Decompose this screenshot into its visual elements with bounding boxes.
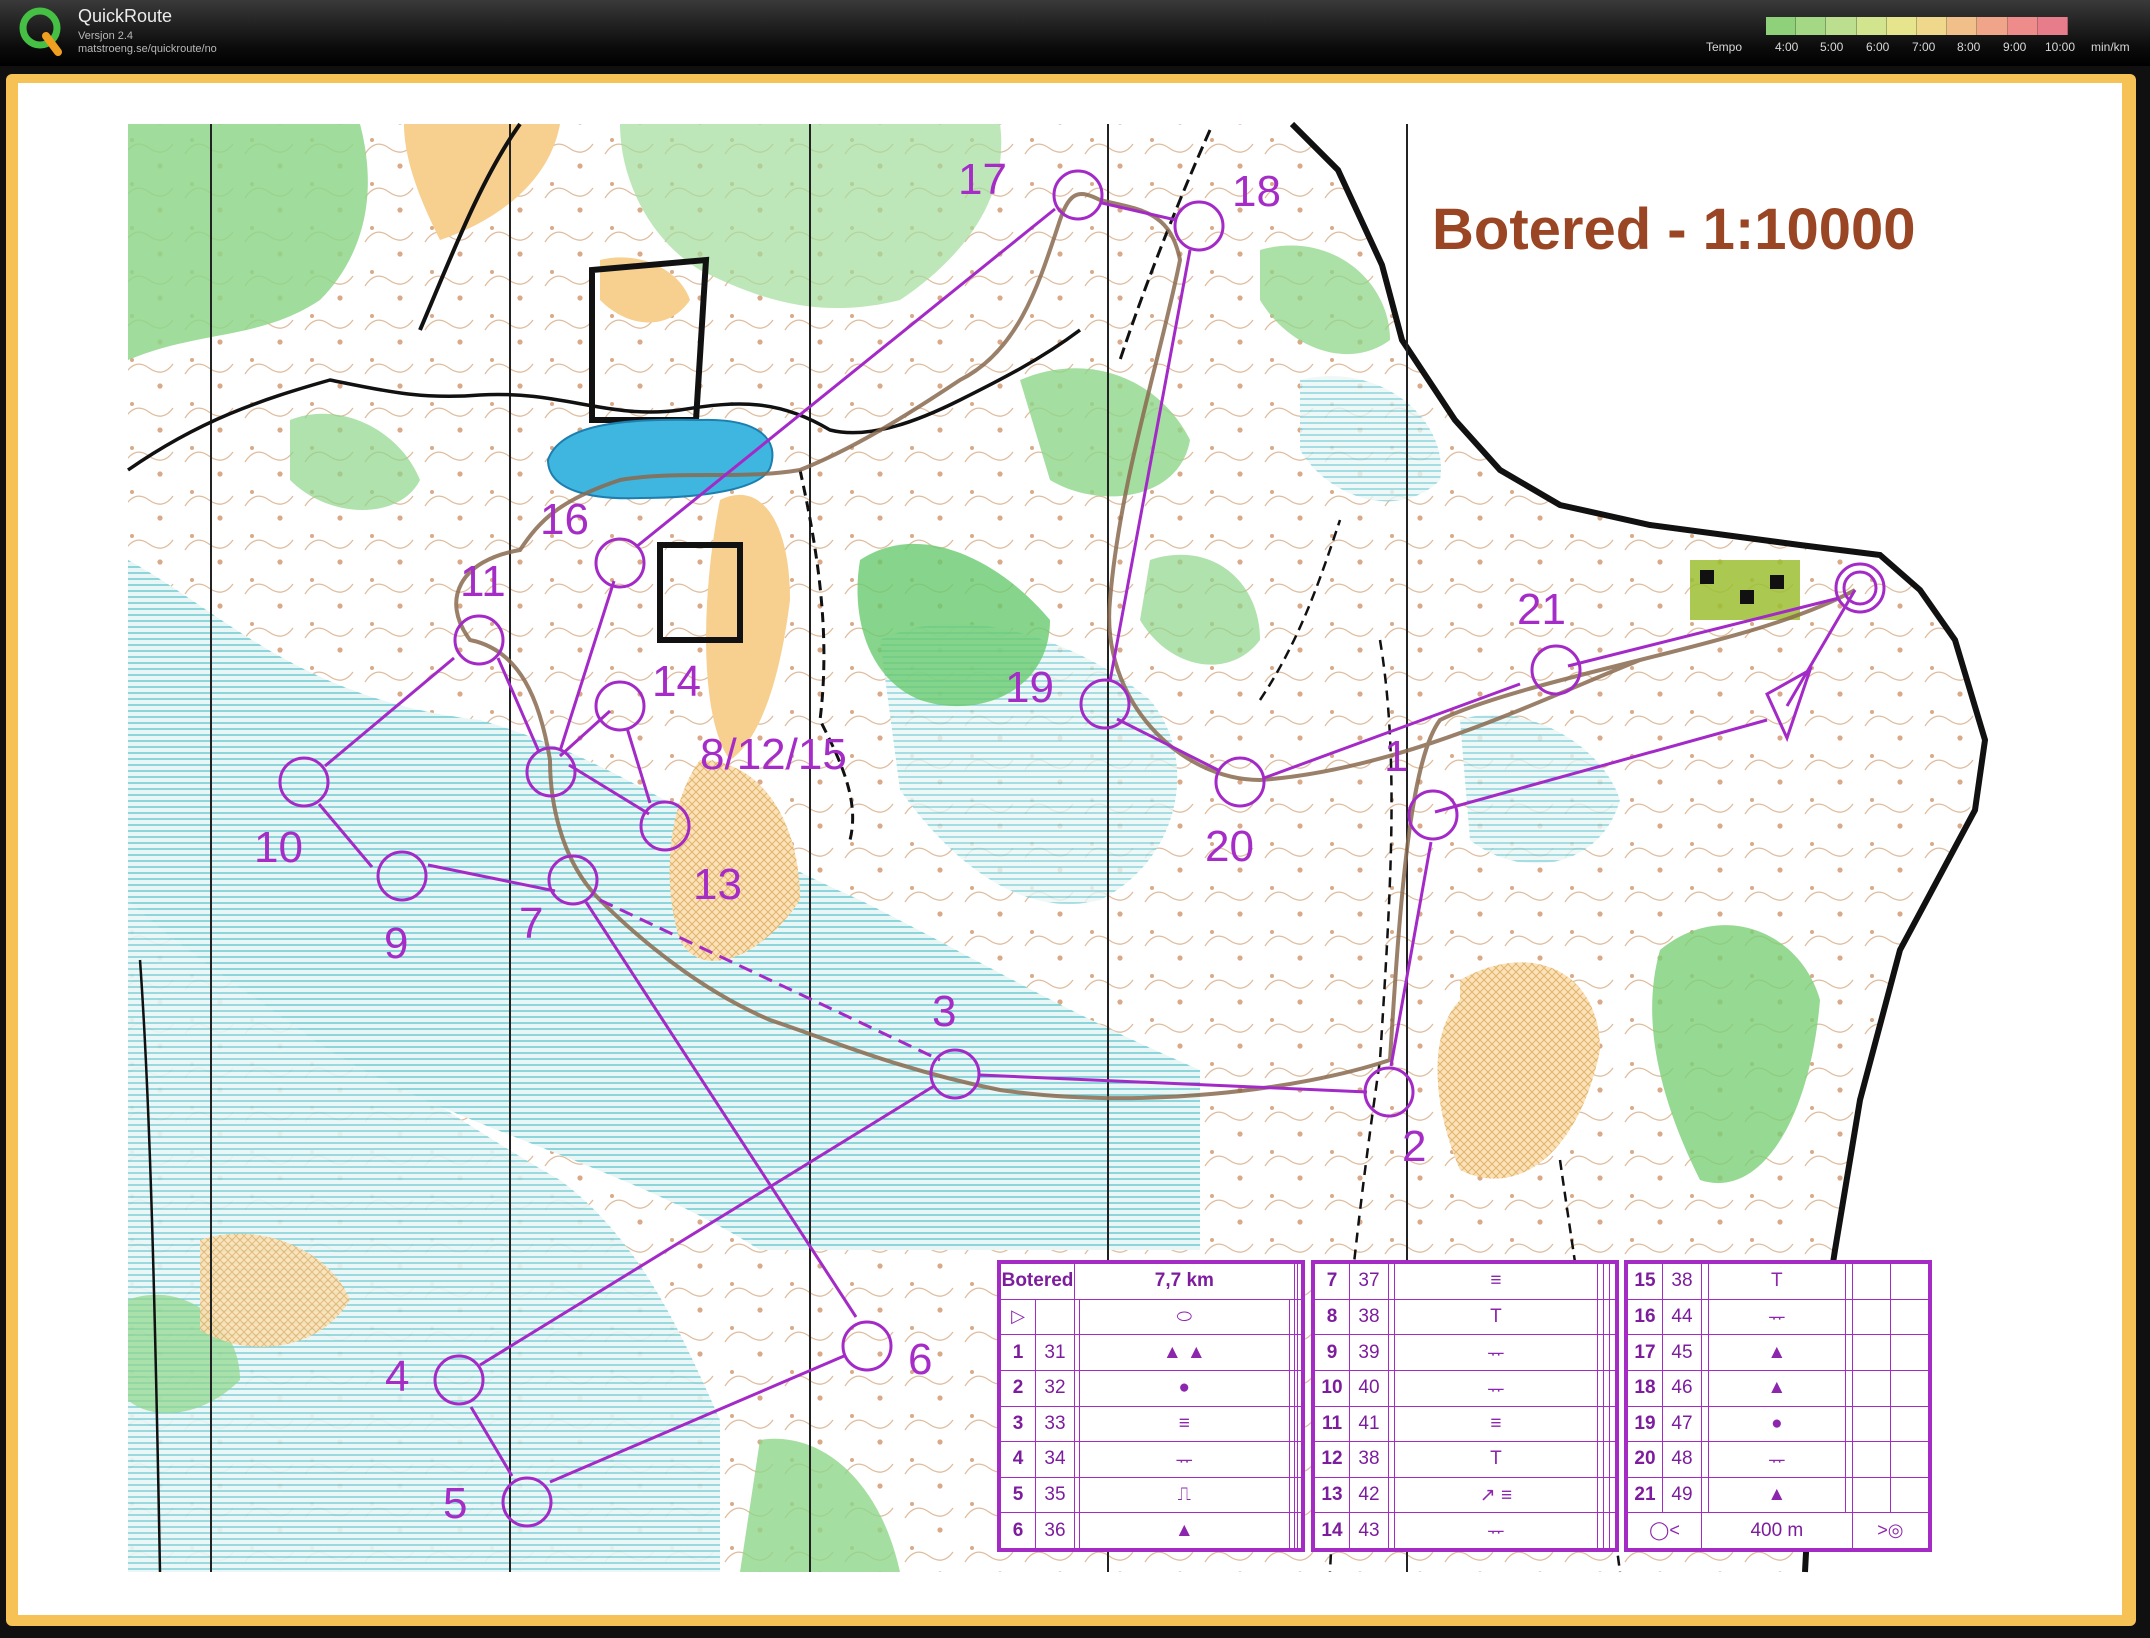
control-description-table-3: 15 38 T 16 44 ᅲ 17 45 ▲ 18 46 ▲ 19 47 ● 20 48 ᅲ 21 49… [1624, 1260, 1932, 1552]
cd-num: 2 [1000, 1369, 1036, 1407]
cd-symbol: ᅲ [1394, 1369, 1598, 1407]
cd-code: 45 [1662, 1334, 1702, 1371]
cd-symbol: ▲ [1707, 1476, 1846, 1514]
map-title: Botered - 1:10000 [1432, 197, 1916, 262]
cd-symbol: ≡ [1394, 1405, 1598, 1443]
cd-num: 16 [1627, 1298, 1663, 1336]
cd-symbol: ▲ [1707, 1334, 1846, 1371]
cd-num: 21 [1627, 1476, 1663, 1514]
cd-code: 39 [1349, 1334, 1389, 1371]
control-number-5: 5 [443, 1479, 468, 1528]
cd-symbol: ᅲ [1394, 1334, 1598, 1371]
cd-code: 37 [1349, 1263, 1389, 1300]
control-number-6: 6 [908, 1335, 933, 1384]
event-name: Botered [1000, 1263, 1075, 1300]
cd-num: 14 [1314, 1512, 1350, 1549]
cd-symbol: ᅲ [1394, 1512, 1598, 1549]
finish-end-icon: >◎ [1851, 1512, 1930, 1549]
control-number-8-12-15: 8/12/15 [700, 730, 847, 779]
cd-symbol: ᅲ [1707, 1441, 1846, 1478]
control-number-19: 19 [1005, 663, 1054, 712]
cd-symbol: ↗ ≡ [1394, 1476, 1598, 1514]
start-ellipse-icon: ⬭ [1078, 1298, 1290, 1336]
cd-num: 19 [1627, 1405, 1663, 1443]
control-number-20: 20 [1205, 822, 1254, 871]
control-number-10: 10 [254, 823, 303, 872]
cd-num: 13 [1314, 1476, 1350, 1514]
finish-start-icon: ◯< [1627, 1512, 1702, 1549]
control-number-18: 18 [1232, 167, 1281, 216]
cd-num: 11 [1314, 1405, 1350, 1443]
cd-code: 33 [1035, 1405, 1075, 1443]
cd-code: 47 [1662, 1405, 1702, 1443]
cd-num: 7 [1314, 1263, 1350, 1300]
cd-code: 38 [1662, 1263, 1702, 1300]
cd-code: 36 [1035, 1512, 1075, 1549]
cd-num: 3 [1000, 1405, 1036, 1443]
cd-code: 46 [1662, 1369, 1702, 1407]
cd-code: 41 [1349, 1405, 1389, 1443]
cd-symbol: ▲ [1707, 1369, 1846, 1407]
finish-distance: 400 m [1701, 1512, 1853, 1549]
cd-symbol: ● [1707, 1405, 1846, 1443]
cd-symbol: T [1394, 1441, 1598, 1478]
cd-code: 34 [1035, 1441, 1075, 1478]
cd-code: 31 [1035, 1334, 1075, 1371]
control-number-9: 9 [384, 919, 409, 968]
cd-code: 48 [1662, 1441, 1702, 1478]
cd-code: 40 [1349, 1369, 1389, 1407]
control-number-16: 16 [540, 495, 589, 544]
cd-num: 18 [1627, 1369, 1663, 1407]
cd-symbol: ▲ [1078, 1512, 1290, 1549]
cd-symbol: ▲ ▲ [1078, 1334, 1290, 1371]
cd-symbol: ⎍ [1078, 1476, 1290, 1514]
cd-code: 44 [1662, 1298, 1702, 1336]
control-number-13: 13 [693, 860, 742, 909]
cd-code: 32 [1035, 1369, 1075, 1407]
cd-symbol: ≡ [1394, 1263, 1598, 1300]
cd-code: 49 [1662, 1476, 1702, 1514]
cd-code: 38 [1349, 1441, 1389, 1478]
cd-code: 43 [1349, 1512, 1389, 1549]
cd-num: 17 [1627, 1334, 1663, 1371]
cd-num: 1 [1000, 1334, 1036, 1371]
control-number-2: 2 [1402, 1122, 1427, 1171]
cd-num: 9 [1314, 1334, 1350, 1371]
course-length: 7,7 km [1074, 1263, 1295, 1300]
cd-symbol: T [1394, 1298, 1598, 1336]
cd-num: 15 [1627, 1263, 1663, 1300]
cd-code: 42 [1349, 1476, 1389, 1514]
cd-num: 4 [1000, 1441, 1036, 1478]
control-number-17: 17 [958, 155, 1007, 204]
cd-symbol: T [1707, 1263, 1846, 1300]
cd-num: 8 [1314, 1298, 1350, 1336]
cd-num: 10 [1314, 1369, 1350, 1407]
control-number-3: 3 [932, 987, 957, 1036]
control-description-table-2: 7 37 ≡ 8 38 T 9 39 ᅲ 10 40 ᅲ 11 41 ≡ 12 38 T 13 42 ↗ ≡… [1311, 1260, 1619, 1552]
control-description-table-1: Botered 7,7 km ▷ ⬭ 1 31 ▲ ▲ 2 32 ● 3 33 ≡ 4 34 ᅲ… [997, 1260, 1305, 1552]
cd-symbol: ≡ [1078, 1405, 1290, 1443]
cd-symbol: ● [1078, 1369, 1290, 1407]
control-number-14: 14 [652, 657, 701, 706]
cd-code: 35 [1035, 1476, 1075, 1514]
control-number-21: 21 [1517, 585, 1566, 634]
control-number-7: 7 [519, 899, 544, 948]
control-number-4: 4 [385, 1352, 410, 1401]
cd-num: 6 [1000, 1512, 1036, 1549]
cd-num: 20 [1627, 1441, 1663, 1478]
cd-symbol: ᅲ [1078, 1441, 1290, 1478]
cd-code: 38 [1349, 1298, 1389, 1336]
control-number-1: 1 [1384, 732, 1409, 781]
cd-num: 12 [1314, 1441, 1350, 1478]
cd-symbol: ᅲ [1707, 1298, 1846, 1336]
start-triangle-icon: ▷ [1000, 1298, 1036, 1336]
cd-num: 5 [1000, 1476, 1036, 1514]
control-number-11: 11 [460, 557, 506, 606]
